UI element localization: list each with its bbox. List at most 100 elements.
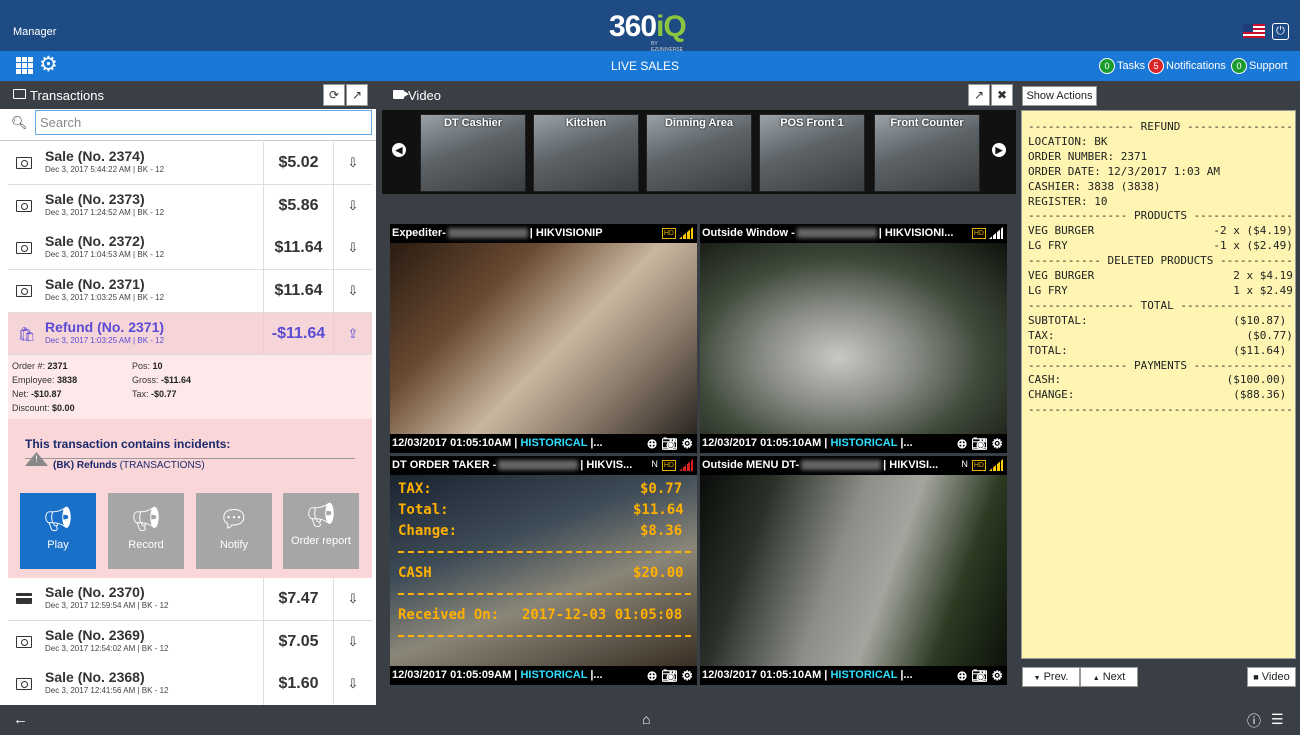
power-icon[interactable]: ⏻ <box>1272 23 1289 40</box>
snapshot-icon[interactable]: 📷︎ <box>971 668 988 683</box>
prev-button[interactable]: ▼ Prev. <box>1022 667 1080 687</box>
us-flag-icon[interactable] <box>1243 24 1265 38</box>
home-icon[interactable]: ⌂ <box>642 711 650 727</box>
download-icon[interactable]: ⇩ <box>333 142 372 184</box>
receipt-video-button[interactable]: ■ Video <box>1247 667 1296 687</box>
search-icon: 🔍︎ <box>11 115 28 130</box>
camera-feed <box>390 243 697 434</box>
ptz-icon[interactable]: ⊕ <box>957 668 968 683</box>
snapshot-icon[interactable]: 📷︎ <box>661 668 678 683</box>
camera-thumbnail[interactable]: Front Counter <box>874 114 980 192</box>
ptz-icon[interactable]: ⊕ <box>647 668 658 683</box>
cash-icon <box>16 636 32 648</box>
hd-badge: HD <box>971 460 986 472</box>
hd-badge: HD <box>661 228 676 240</box>
video-btn-label: Video <box>1261 671 1290 683</box>
refresh-icon[interactable]: ⟳ <box>323 84 345 106</box>
overlay-cash-value: $20.00 <box>633 565 684 581</box>
tile-settings-icon[interactable]: ⚙ <box>681 668 693 683</box>
download-icon[interactable]: ⇩ <box>333 270 372 312</box>
tile-title: Outside Window - | HIKVISIONI... <box>700 224 1007 243</box>
tile-footer: 12/03/2017 01:05:10AM | HISTORICAL |... ⊕… <box>390 434 697 453</box>
overlay-change: Change: <box>398 523 458 539</box>
incident-name: (BK) Refunds <box>53 460 117 471</box>
back-arrow-icon[interactable]: ← <box>13 711 28 728</box>
download-icon[interactable]: ⇩ <box>333 621 372 663</box>
snapshot-icon[interactable]: 📷︎ <box>661 436 678 451</box>
transaction-row[interactable]: Sale (No. 2368) Dec 3, 2017 12:41:56 AM |… <box>8 663 372 706</box>
tile-settings-icon[interactable]: ⚙ <box>991 436 1003 451</box>
video-tile-outside-window[interactable]: Outside Window - | HIKVISIONI... HD 12/03… <box>700 224 1007 453</box>
order-report-button[interactable]: 📢︎ Order report <box>283 493 359 569</box>
transaction-row[interactable]: Sale (No. 2370) Dec 3, 2017 12:59:54 AM |… <box>8 578 372 621</box>
snapshot-icon[interactable]: 📷︎ <box>971 436 988 451</box>
notifications-label: Notifications <box>1166 59 1226 72</box>
tile-timestamp: 12/03/2017 01:05:10AM | <box>702 669 828 681</box>
video-close-icon[interactable]: ✖ <box>991 84 1013 106</box>
popout-icon[interactable]: ↗ <box>346 84 368 106</box>
download-icon[interactable]: ⇩ <box>333 185 372 227</box>
transaction-row[interactable]: Sale (No. 2372) Dec 3, 2017 1:04:53 AM | … <box>8 227 372 270</box>
camera-thumbnail[interactable]: DT Cashier <box>420 114 526 192</box>
camera-name: Outside Window - <box>702 227 795 239</box>
support-label: Support <box>1249 59 1288 72</box>
tile-settings-icon[interactable]: ⚙ <box>991 668 1003 683</box>
search-input[interactable] <box>35 110 372 135</box>
video-tile-dt-order-taker[interactable]: DT ORDER TAKER - | HIKVIS... N HD TAX: $0.… <box>390 456 697 685</box>
camera-source: | HIKVISIONIP <box>529 227 603 239</box>
transaction-name: Sale (No. 2371) <box>45 276 145 292</box>
refund-bag-icon: 🛍︎ <box>18 326 36 342</box>
caret-up-icon: ▲ <box>1092 675 1100 682</box>
ptz-icon[interactable]: ⊕ <box>957 436 968 451</box>
transaction-amount: $1.60 <box>263 663 333 705</box>
video-popout-icon[interactable]: ↗ <box>968 84 990 106</box>
show-actions-button[interactable]: Show Actions <box>1022 86 1097 106</box>
transaction-date: Dec 3, 2017 12:54:02 AM | BK - 12 <box>45 644 169 653</box>
notifications-count-badge: 5 <box>1148 58 1164 74</box>
incident-item[interactable]: (BK) Refunds (TRANSACTIONS) <box>53 460 205 471</box>
list-icon[interactable]: ☰ <box>1271 711 1284 728</box>
play-button[interactable]: 📢︎ Play <box>20 493 96 569</box>
overlay-tax-value: $0.77 <box>640 481 683 497</box>
discount-value: $0.00 <box>52 403 75 413</box>
notifications-link[interactable]: 5 Notifications <box>1148 58 1226 74</box>
next-button[interactable]: ▲ Next <box>1080 667 1138 687</box>
tax-value: -$0.77 <box>151 389 177 399</box>
employee-label: Employee: <box>12 375 55 385</box>
video-tile-outside-menu[interactable]: Outside MENU DT- | HIKVISI... N HD 12/03/2… <box>700 456 1007 685</box>
video-camera-icon: ■ <box>1253 672 1259 682</box>
transaction-row[interactable]: Sale (No. 2371) Dec 3, 2017 1:03:25 AM | … <box>8 270 372 313</box>
tile-status: HISTORICAL <box>830 669 898 681</box>
tasks-link[interactable]: 0 Tasks <box>1099 58 1145 74</box>
record-button[interactable]: 📢︎ Record <box>108 493 184 569</box>
play-label: Play <box>47 539 69 551</box>
download-icon[interactable]: ⇩ <box>333 578 372 620</box>
overlay-divider <box>398 551 691 553</box>
notify-button[interactable]: 💬︎ Notify <box>196 493 272 569</box>
ptz-icon[interactable]: ⊕ <box>647 436 658 451</box>
upload-icon[interactable]: ⇪ <box>333 313 372 355</box>
transaction-name: Sale (No. 2374) <box>45 148 145 164</box>
download-icon[interactable]: ⇩ <box>333 227 372 269</box>
download-icon[interactable]: ⇩ <box>333 663 372 705</box>
refund-row[interactable]: 🛍︎ Refund (No. 2371) Dec 3, 2017 1:03:25… <box>8 313 372 355</box>
transaction-row[interactable]: Sale (No. 2369) Dec 3, 2017 12:54:02 AM |… <box>8 621 372 664</box>
tile-settings-icon[interactable]: ⚙ <box>681 436 693 451</box>
thumbs-prev-icon[interactable]: ◀ <box>392 143 406 157</box>
apps-grid-icon[interactable] <box>16 57 33 74</box>
video-tile-expediter[interactable]: Expediter- | HIKVISIONIP HD 12/03/2017 01… <box>390 224 697 453</box>
refund-date: Dec 3, 2017 1:03:25 AM | BK - 12 <box>45 336 165 345</box>
transaction-row[interactable]: Sale (No. 2373) Dec 3, 2017 1:24:52 AM | … <box>8 185 372 228</box>
thumbnail-label: Front Counter <box>890 117 964 129</box>
transactions-title: Transactions <box>30 88 104 103</box>
settings-gear-icon[interactable]: ⚙ <box>39 54 58 76</box>
transaction-row[interactable]: Sale (No. 2374) Dec 3, 2017 5:44:22 AM | … <box>8 142 372 185</box>
thumbs-next-icon[interactable]: ▶ <box>992 143 1006 157</box>
transaction-name: Sale (No. 2373) <box>45 191 145 207</box>
support-link[interactable]: 0 Support <box>1231 58 1288 74</box>
incident-category: (TRANSACTIONS) <box>116 460 205 471</box>
help-icon[interactable]: ⓘ <box>1247 711 1261 731</box>
camera-thumbnail[interactable]: Kitchen <box>533 114 639 192</box>
camera-thumbnail[interactable]: Dinning Area <box>646 114 752 192</box>
camera-thumbnail[interactable]: POS Front 1 <box>759 114 865 192</box>
